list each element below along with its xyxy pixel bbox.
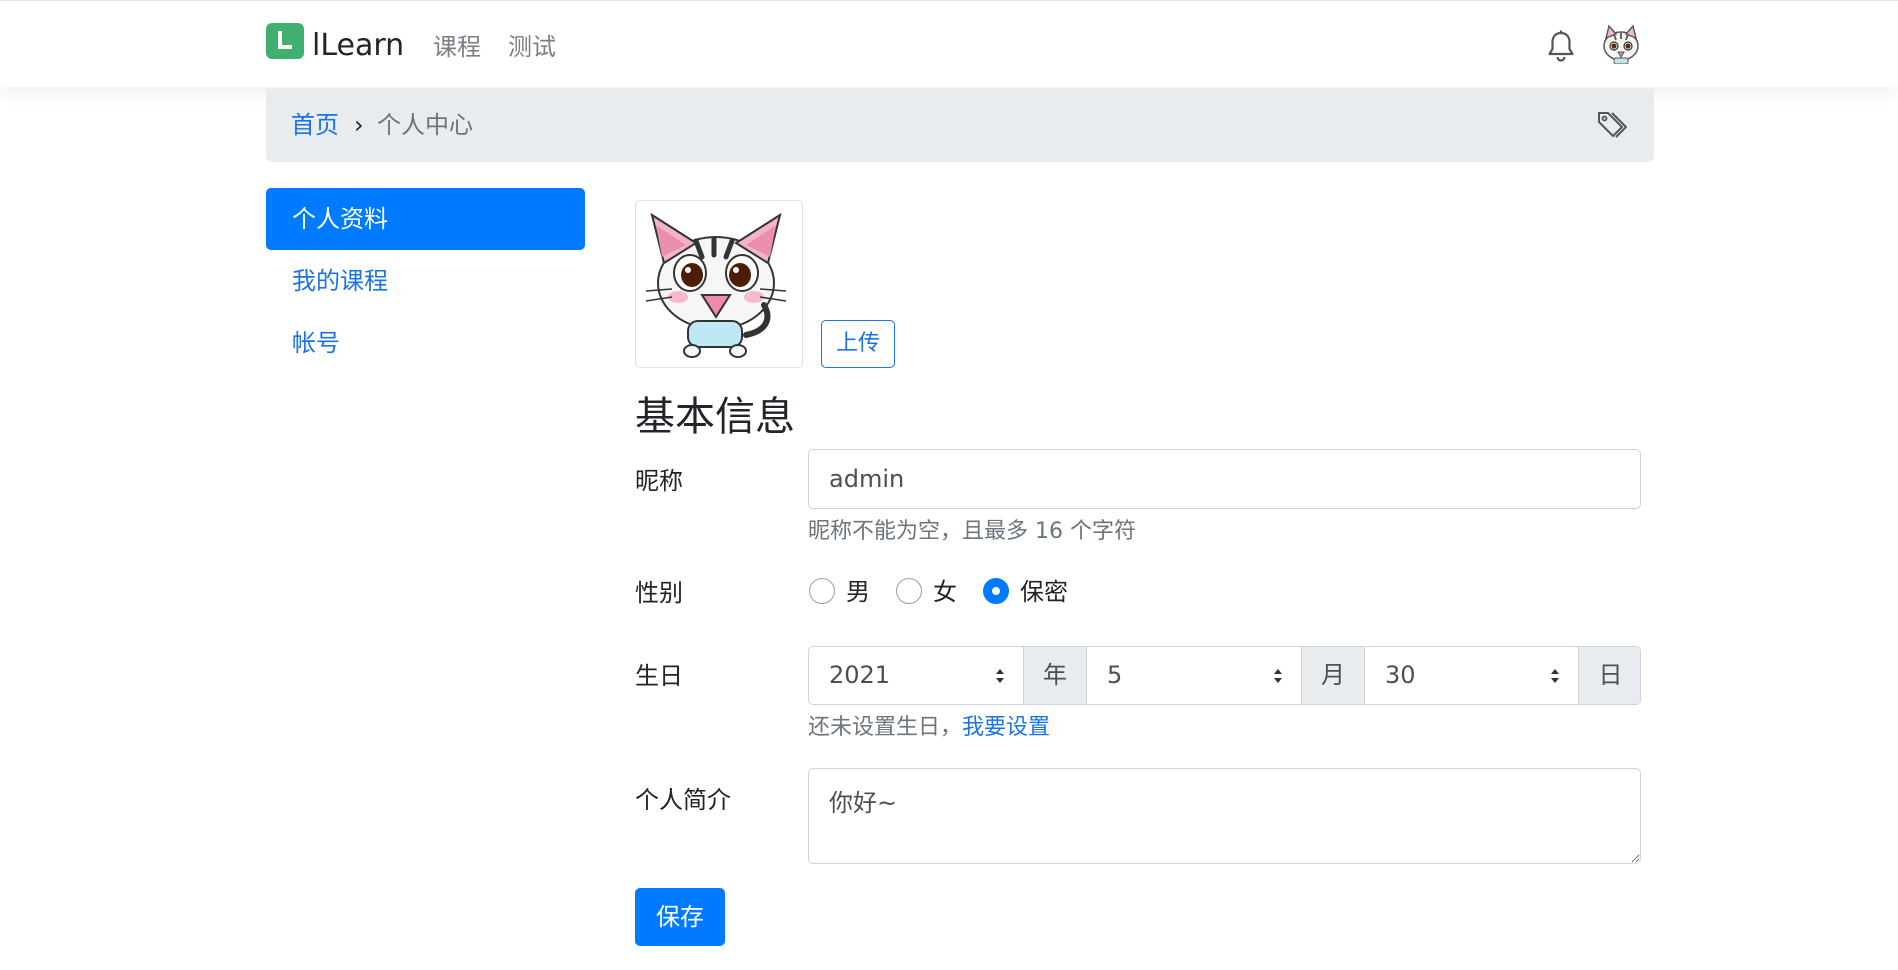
cat-avatar-image (645, 212, 787, 358)
select-caret-icon (996, 669, 1004, 683)
brand-logo[interactable] (266, 23, 304, 59)
profile-avatar (635, 200, 803, 368)
gender-option-female[interactable]: 女 (933, 576, 957, 608)
year-unit: 年 (1023, 647, 1087, 704)
save-button[interactable]: 保存 (635, 888, 725, 946)
gender-radio-female[interactable] (896, 578, 922, 604)
brand-name[interactable]: lLearn (312, 27, 404, 65)
nickname-label: 昵称 (635, 467, 683, 495)
birthday-input-group: 2021 年 5 月 30 日 (808, 646, 1641, 705)
bell-icon[interactable] (1546, 29, 1576, 63)
sidebar-item-profile[interactable]: 个人资料 (266, 188, 585, 250)
birthday-day-select[interactable]: 30 (1365, 647, 1578, 704)
sidebar-item-my-courses[interactable]: 我的课程 (266, 250, 585, 312)
nav-link-courses[interactable]: 课程 (433, 31, 481, 63)
gender-option-male[interactable]: 男 (846, 576, 870, 608)
birthday-help-text: 还未设置生日，我要设置 (808, 713, 1050, 743)
day-unit: 日 (1578, 647, 1640, 704)
sidebar-item-account[interactable]: 帐号 (266, 312, 585, 374)
section-title: 基本信息 (635, 394, 795, 440)
bio-label: 个人简介 (635, 786, 731, 814)
top-navbar: lLearn 课程 测试 (0, 0, 1898, 87)
set-birthday-link[interactable]: 我要设置 (962, 715, 1050, 740)
avatar[interactable] (1600, 24, 1642, 64)
gender-label: 性别 (635, 579, 683, 607)
birthday-year-select[interactable]: 2021 (809, 647, 1023, 704)
gender-option-secret[interactable]: 保密 (1020, 576, 1068, 608)
gender-radio-secret[interactable] (983, 578, 1009, 604)
birthday-label: 生日 (635, 662, 683, 690)
birthday-year-value: 2021 (829, 661, 891, 689)
upload-avatar-button[interactable]: 上传 (821, 320, 895, 368)
nickname-help-text: 昵称不能为空，且最多 16 个字符 (808, 519, 1136, 544)
month-unit: 月 (1301, 647, 1365, 704)
select-caret-icon (1551, 669, 1559, 683)
nickname-input[interactable] (808, 449, 1641, 509)
bio-textarea[interactable]: 你好~ (808, 768, 1641, 864)
breadcrumb-home-link[interactable]: 首页 (291, 109, 339, 141)
tag-icon[interactable] (1596, 109, 1630, 143)
birthday-month-value: 5 (1107, 661, 1123, 689)
select-caret-icon (1274, 669, 1282, 683)
nav-link-tests[interactable]: 测试 (508, 31, 556, 63)
gender-radio-male[interactable] (809, 578, 835, 604)
breadcrumb-separator: › (354, 111, 364, 139)
birthday-month-select[interactable]: 5 (1087, 647, 1301, 704)
birthday-help-message: 还未设置生日， (808, 715, 963, 740)
birthday-day-value: 30 (1385, 661, 1416, 689)
breadcrumb-current: 个人中心 (377, 111, 473, 139)
breadcrumb: 首页 › 个人中心 (266, 88, 1654, 162)
